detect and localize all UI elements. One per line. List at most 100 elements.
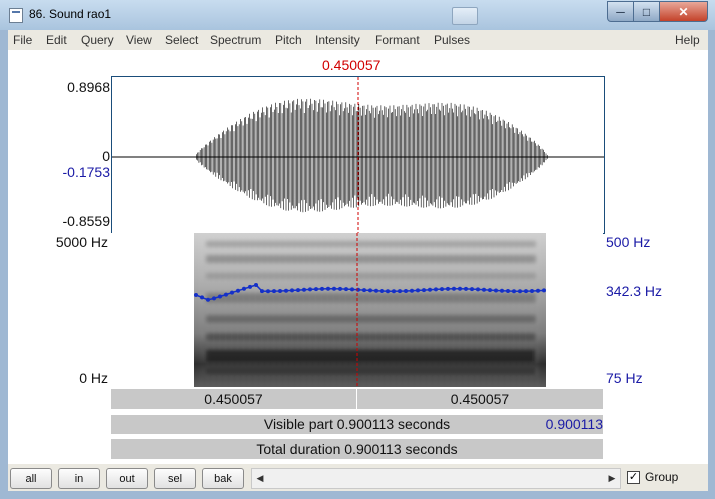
pitch-point (512, 289, 516, 294)
pitch-point (344, 287, 348, 292)
pitch-point (380, 289, 384, 293)
pitch-point (296, 288, 300, 293)
background-window-button[interactable] (452, 7, 478, 25)
pitch-point (302, 287, 306, 292)
menu-help[interactable]: Help (675, 33, 700, 47)
spectrogram-striation (393, 233, 395, 387)
spectrogram-striation (453, 233, 455, 387)
maximize-button[interactable]: □ (633, 1, 660, 22)
pitch-point (206, 297, 210, 302)
zoom-back-button[interactable]: bak (202, 468, 244, 489)
close-icon: ✕ (678, 4, 689, 19)
waveform-view[interactable] (111, 76, 605, 234)
zoom-out-button[interactable]: out (106, 468, 148, 489)
scroll-left-arrow-icon[interactable]: ◀ (252, 469, 268, 488)
spectrogram-striation (339, 233, 341, 387)
selection-right-segment[interactable]: 0.450057 (357, 389, 603, 409)
spectrogram-striation (489, 233, 491, 387)
pitch-bottom-label: 75 Hz (606, 370, 643, 386)
pitch-point (452, 286, 456, 291)
spectrogram-striation (381, 233, 383, 387)
spectrogram-striation (237, 233, 239, 387)
spectrogram-striation (201, 233, 203, 387)
spectrogram-striation (345, 233, 347, 387)
menu-pulses[interactable]: Pulses (434, 33, 470, 47)
selection-bar[interactable]: 0.450057 0.450057 (111, 389, 603, 409)
menu-select[interactable]: Select (165, 33, 198, 47)
spectrogram-svg (194, 233, 546, 387)
menu-bar: File Edit Query View Select Spectrum Pit… (8, 30, 708, 50)
zoom-all-button[interactable]: all (10, 468, 52, 489)
spectrogram-striation (225, 233, 227, 387)
menu-file[interactable]: File (13, 33, 32, 47)
menu-spectrum[interactable]: Spectrum (210, 33, 261, 47)
spectrogram-striation (231, 233, 233, 387)
spectrogram-striation (441, 233, 443, 387)
pitch-point (482, 287, 486, 292)
scroll-right-arrow-icon[interactable]: ▶ (604, 469, 620, 488)
spectrogram-striation (399, 233, 401, 387)
pitch-point (524, 289, 528, 294)
praat-sound-window: 86. Sound rao1 ─ □ ✕ File Edit Query Vie… (0, 0, 715, 499)
group-checkbox[interactable]: ✓ (627, 471, 640, 484)
spectrogram-striation (363, 233, 365, 387)
pitch-point (470, 287, 474, 292)
waveform-cursor-value-label: -0.1753 (62, 164, 110, 180)
minimize-icon: ─ (616, 4, 625, 19)
minimize-button[interactable]: ─ (607, 1, 634, 22)
waveform-svg (112, 77, 604, 233)
pitch-point (506, 289, 510, 293)
total-duration-bar[interactable]: Total duration 0.900113 seconds (111, 439, 603, 459)
pitch-point (218, 294, 222, 299)
spectrogram-striation (513, 233, 515, 387)
spectrogram-striation (315, 233, 317, 387)
pitch-point (542, 288, 546, 293)
pitch-point (368, 288, 372, 293)
pitch-point (260, 289, 264, 294)
spectrogram-striation (519, 233, 521, 387)
menu-query[interactable]: Query (81, 33, 114, 47)
spectrogram-striation (309, 233, 311, 387)
zoom-selection-button[interactable]: sel (154, 468, 196, 489)
pitch-point (386, 289, 390, 294)
menu-pitch[interactable]: Pitch (275, 33, 302, 47)
spectrogram-striation (351, 233, 353, 387)
pitch-point (194, 293, 198, 297)
pitch-point (254, 283, 258, 287)
editor-client: File Edit Query View Select Spectrum Pit… (8, 30, 708, 491)
zoom-in-button[interactable]: in (58, 468, 100, 489)
pitch-point (464, 286, 468, 291)
pitch-point (278, 289, 282, 293)
spectrogram-striation (207, 233, 209, 387)
window-title: 86. Sound rao1 (29, 7, 112, 21)
pitch-point (500, 288, 504, 293)
pitch-point (422, 288, 426, 293)
spectrogram-striation (291, 233, 293, 387)
spectrogram-striation (483, 233, 485, 387)
spectrogram-striation (459, 233, 461, 387)
spectrogram-striation (537, 233, 539, 387)
bottom-toolbar: all in out sel bak ◀ ▶ ✓ Group (8, 464, 708, 491)
close-button[interactable]: ✕ (659, 1, 708, 22)
selection-left-segment[interactable]: 0.450057 (111, 389, 357, 409)
spectrogram-view[interactable] (111, 233, 603, 387)
pitch-point (398, 289, 402, 294)
spectrogram-striation (465, 233, 467, 387)
pitch-top-label: 500 Hz (606, 234, 651, 250)
cursor-time-label: 0.450057 (322, 57, 381, 73)
spectrogram-striation (267, 233, 269, 387)
spectrogram-fmax-label: 5000 Hz (55, 234, 108, 250)
pitch-point (266, 289, 270, 294)
menu-edit[interactable]: Edit (46, 33, 67, 47)
menu-intensity[interactable]: Intensity (315, 33, 360, 47)
pitch-point (488, 288, 492, 293)
waveform-ymax-label: 0.8968 (67, 79, 110, 95)
sound-editor-panel[interactable]: 0.450057 0.8968 0 -0.1753 -0.8559 5000 H… (8, 50, 708, 464)
horizontal-scrollbar[interactable]: ◀ ▶ (251, 468, 621, 489)
title-bar[interactable]: 86. Sound rao1 ─ □ ✕ (0, 0, 715, 30)
menu-formant[interactable]: Formant (375, 33, 420, 47)
spectrogram-striation (249, 233, 251, 387)
visible-part-bar[interactable]: Visible part 0.900113 seconds (111, 415, 603, 434)
menu-view[interactable]: View (126, 33, 152, 47)
app-icon (9, 8, 23, 23)
